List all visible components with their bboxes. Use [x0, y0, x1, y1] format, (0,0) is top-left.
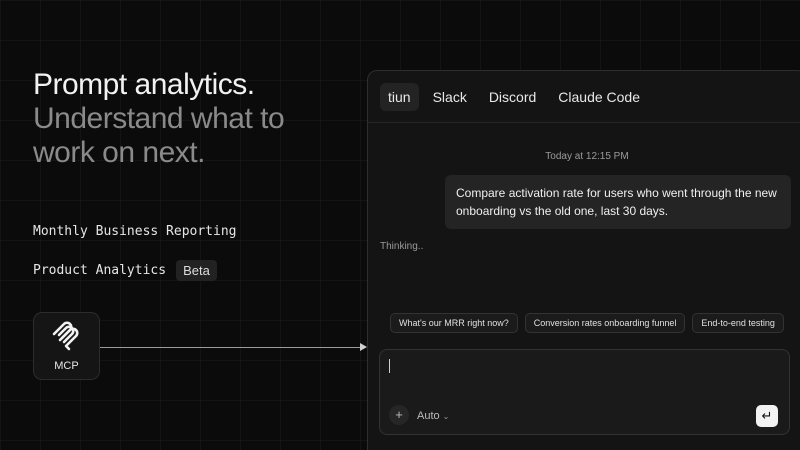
message-composer: + Auto ⌄ ↵: [379, 349, 790, 435]
tab-claude-code[interactable]: Claude Code: [550, 83, 648, 111]
connector-arrow-icon: [360, 343, 367, 351]
feature-product-analytics: Product Analytics Beta: [33, 260, 217, 281]
integration-tabs: tiun Slack Discord Claude Code: [368, 71, 800, 123]
model-select[interactable]: Auto ⌄: [417, 410, 449, 422]
mcp-logo-icon: [52, 321, 79, 351]
send-button[interactable]: ↵: [756, 405, 778, 427]
beta-badge: Beta: [176, 260, 217, 281]
hero-title: Prompt analytics.: [33, 68, 255, 101]
message-timestamp: Today at 12:15 PM: [545, 151, 629, 162]
plus-icon[interactable]: +: [389, 405, 409, 425]
feature-label: Monthly Business Reporting: [33, 224, 237, 239]
slide-canvas: Prompt analytics. Understand what to wor…: [0, 0, 800, 450]
mcp-tile: MCP: [33, 312, 100, 380]
thinking-status: Thinking..: [380, 241, 424, 252]
tab-slack[interactable]: Slack: [425, 83, 475, 111]
hero-subtitle-line-1: Understand what to: [33, 102, 285, 135]
suggestion-chip-conversion[interactable]: Conversion rates onboarding funnel: [524, 313, 686, 333]
connector-line: [100, 347, 362, 348]
feature-monthly-reporting: Monthly Business Reporting: [33, 224, 237, 239]
model-select-label: Auto: [417, 410, 440, 422]
user-message-bubble: Compare activation rate for users who we…: [445, 175, 791, 229]
suggestion-chip-testing[interactable]: End-to-end testing: [692, 313, 784, 333]
chevron-down-icon: ⌄: [442, 411, 450, 421]
text-caret: [389, 359, 390, 373]
tab-tiun[interactable]: tiun: [380, 82, 419, 111]
prompt-input[interactable]: [394, 356, 774, 376]
tab-discord[interactable]: Discord: [481, 83, 544, 111]
hero-headline: Prompt analytics. Understand what to wor…: [33, 68, 285, 170]
chat-panel: tiun Slack Discord Claude Code Today at …: [367, 70, 800, 450]
feature-label: Product Analytics: [33, 263, 167, 278]
suggestion-chips: What's our MRR right now? Conversion rat…: [390, 313, 784, 333]
suggestion-chip-mrr[interactable]: What's our MRR right now?: [390, 313, 518, 333]
enter-icon: ↵: [761, 408, 773, 423]
mcp-label: MCP: [54, 360, 79, 372]
hero-subtitle-line-2: work on next.: [33, 136, 205, 169]
